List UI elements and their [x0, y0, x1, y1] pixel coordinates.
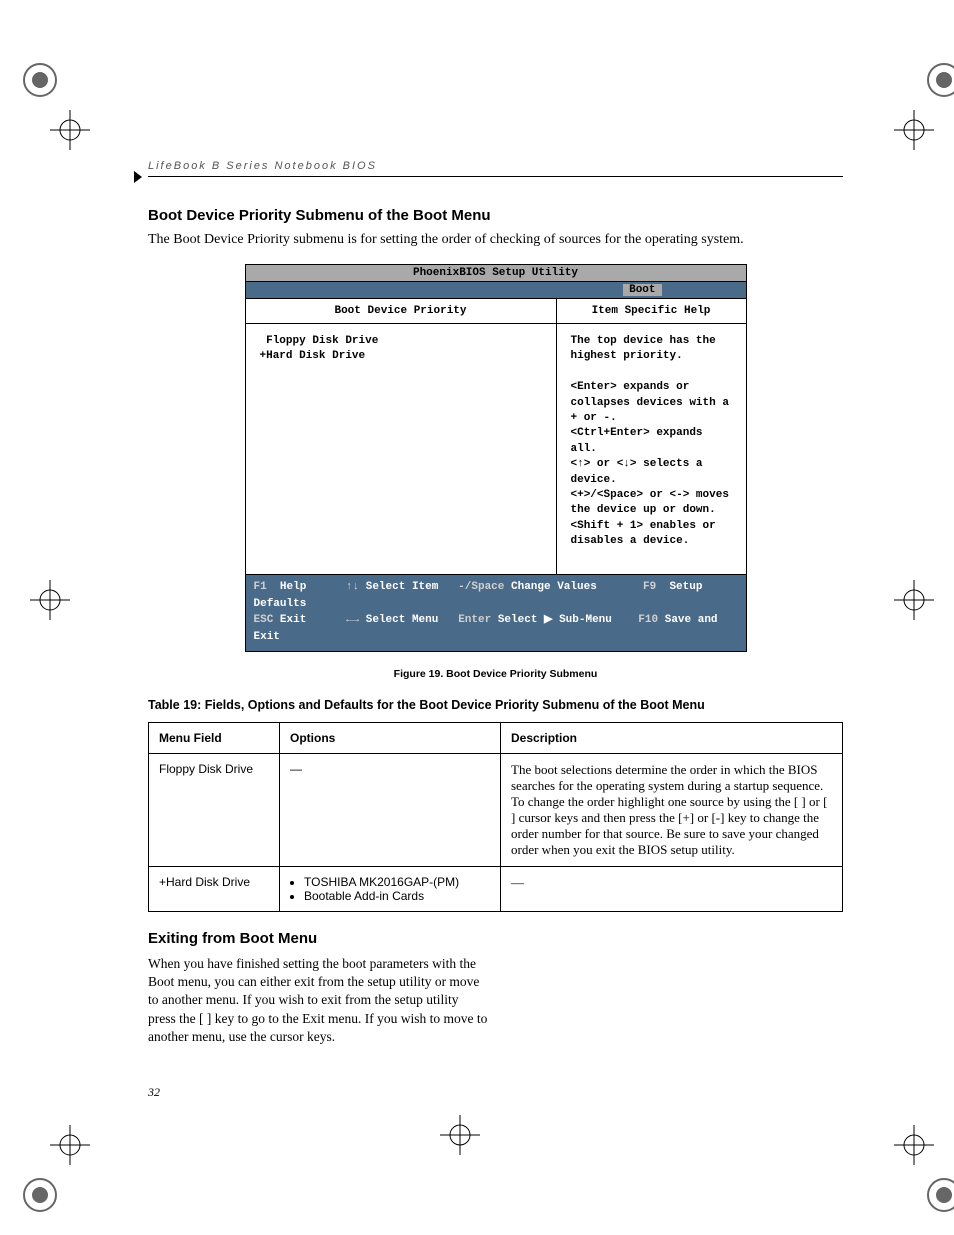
crop-mark-bottom-left: [20, 1125, 80, 1185]
figure-caption: Figure 19. Boot Device Priority Submenu: [148, 668, 843, 680]
bios-label-exit: Exit: [280, 614, 306, 626]
bios-key-enter: Enter: [458, 614, 491, 626]
option-item: Bootable Add-in Cards: [304, 889, 490, 903]
table-row: +Hard Disk Drive TOSHIBA MK2016GAP-(PM) …: [149, 867, 843, 912]
bios-device-list: Floppy Disk Drive +Hard Disk Drive: [246, 324, 556, 574]
crop-mark-bottom-right: [884, 1125, 944, 1185]
cell-description: —: [501, 867, 843, 912]
col-description: Description: [501, 723, 843, 754]
crop-mark-mid-right: [884, 580, 944, 640]
bios-label-select-item: Select Item: [366, 581, 439, 593]
bios-label-help: Help: [280, 581, 306, 593]
section-heading-boot-priority: Boot Device Priority Submenu of the Boot…: [148, 207, 843, 224]
fields-table: Menu Field Options Description Floppy Di…: [148, 722, 843, 912]
bios-help-text: The top device has the highest priority.…: [557, 324, 746, 574]
bios-key-f1: F1: [254, 581, 267, 593]
crop-mark-top-right: [884, 60, 944, 120]
exit-paragraph: When you have finished setting the boot …: [148, 955, 488, 1046]
bios-key-f10: F10: [638, 614, 658, 626]
cell-options: —: [280, 754, 501, 867]
section-heading-exit: Exiting from Boot Menu: [148, 930, 488, 947]
bios-left-header: Boot Device Priority: [246, 299, 556, 324]
bios-tab-boot: Boot: [623, 284, 661, 296]
table-title: Table 19: Fields, Options and Defaults f…: [148, 698, 843, 712]
bios-key-updown: ↑↓: [346, 581, 359, 593]
crop-mark-bottom-center: [430, 1115, 490, 1175]
bios-key-leftright: ←→: [346, 614, 359, 626]
col-options: Options: [280, 723, 501, 754]
cell-description: The boot selections determine the order …: [501, 754, 843, 867]
cell-field: +Hard Disk Drive: [149, 867, 280, 912]
running-header: LifeBook B Series Notebook BIOS: [148, 160, 843, 177]
bios-key-f9: F9: [643, 581, 656, 593]
bios-menu-bar: Boot: [246, 282, 746, 299]
bios-key-esc: ESC: [254, 614, 274, 626]
intro-paragraph: The Boot Device Priority submenu is for …: [148, 232, 843, 248]
page-number: 32: [148, 1085, 160, 1100]
option-item: TOSHIBA MK2016GAP-(PM): [304, 875, 490, 889]
table-row: Floppy Disk Drive — The boot selections …: [149, 754, 843, 867]
cell-options: TOSHIBA MK2016GAP-(PM) Bootable Add-in C…: [280, 867, 501, 912]
crop-mark-mid-left: [20, 580, 80, 640]
crop-mark-top-left: [20, 60, 80, 120]
bios-key-space: -/Space: [458, 581, 504, 593]
bios-footer: F1 Help ↑↓ Select Item -/Space Change Va…: [246, 575, 746, 651]
bios-right-header: Item Specific Help: [557, 299, 746, 324]
bios-screenshot: PhoenixBIOS Setup Utility Boot Boot Devi…: [245, 264, 747, 652]
bios-label-change-values: Change Values: [511, 581, 597, 593]
col-menu-field: Menu Field: [149, 723, 280, 754]
cell-field: Floppy Disk Drive: [149, 754, 280, 867]
bios-label-submenu: Select ▶ Sub-Menu: [498, 614, 612, 626]
bios-title: PhoenixBIOS Setup Utility: [246, 265, 746, 282]
bios-label-select-menu: Select Menu: [366, 614, 439, 626]
